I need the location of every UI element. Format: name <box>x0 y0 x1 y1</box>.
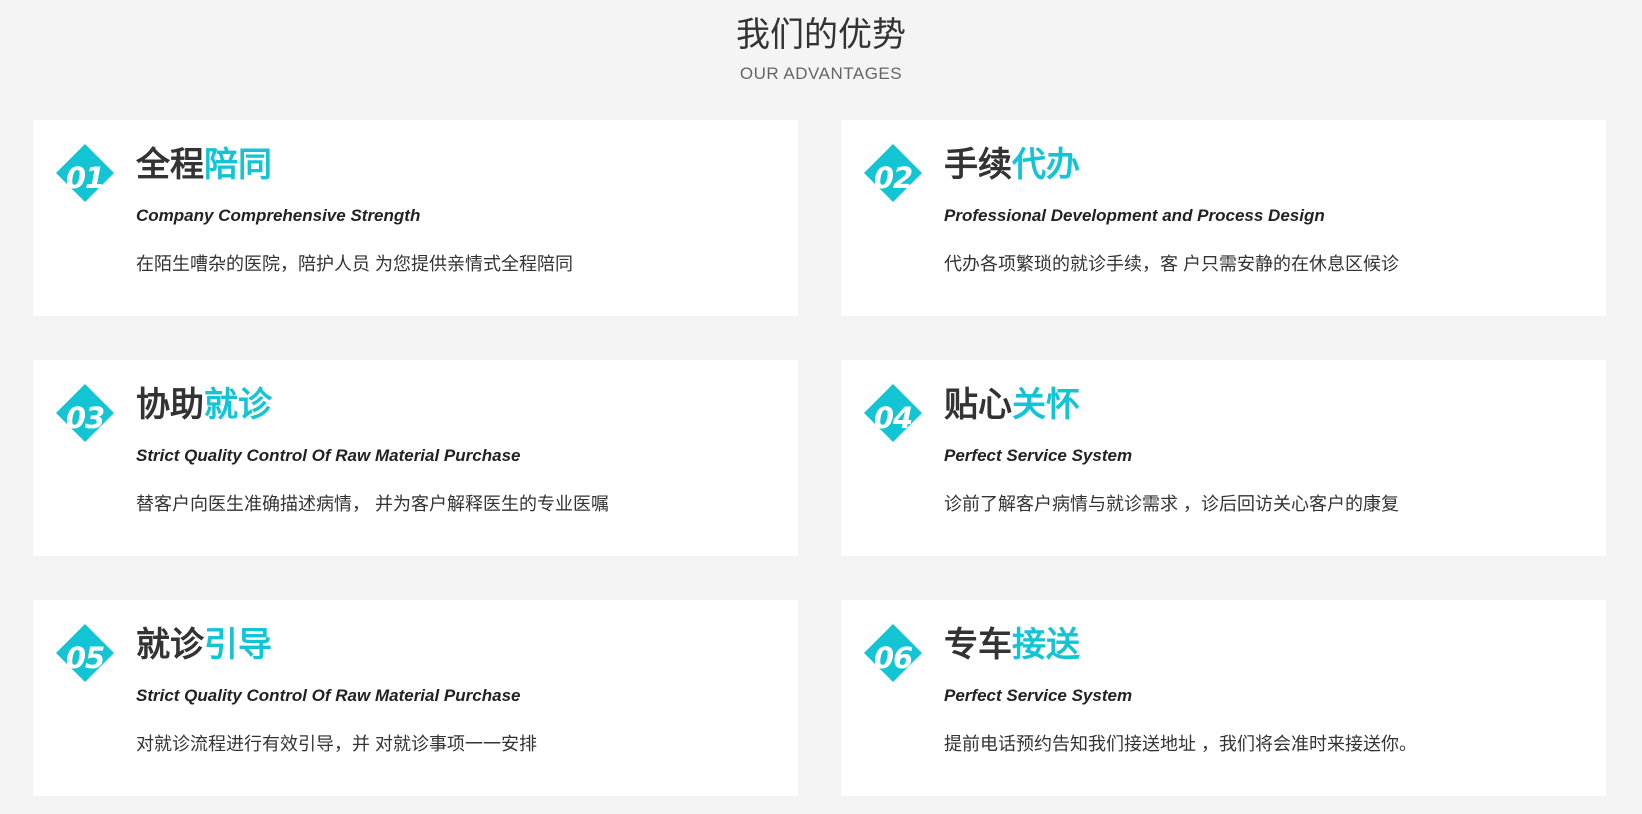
advantage-card-3: 03 协助就诊 Strict Quality Control Of Raw Ma… <box>33 360 798 556</box>
badge-number: 03 <box>65 401 105 435</box>
card-description: 在陌生嘈杂的医院，陪护人员 为您提供亲情式全程陪同 <box>136 254 573 274</box>
card-title: 协助就诊 <box>136 384 272 426</box>
card-title-accent: 代办 <box>1012 146 1080 184</box>
advantage-card-4: 04 贴心关怀 Perfect Service System 诊前了解客户病情与… <box>841 360 1606 556</box>
badge-number: 01 <box>65 161 105 195</box>
number-badge: 02 <box>864 144 922 202</box>
card-title-dark: 贴心 <box>944 386 1012 424</box>
card-title-dark: 专车 <box>944 626 1012 664</box>
card-english-subtitle: Perfect Service System <box>944 686 1133 705</box>
card-title-accent: 陪同 <box>204 146 272 184</box>
badge-number: 06 <box>873 641 913 675</box>
card-title: 专车接送 <box>944 624 1080 666</box>
number-badge: 04 <box>864 384 922 442</box>
card-title-dark: 协助 <box>136 386 204 424</box>
card-description: 代办各项繁琐的就诊手续，客 户只需安静的在休息区候诊 <box>944 254 1399 274</box>
card-title-accent: 关怀 <box>1012 386 1080 424</box>
card-title: 全程陪同 <box>136 144 272 186</box>
advantage-card-5: 05 就诊引导 Strict Quality Control Of Raw Ma… <box>33 600 798 796</box>
card-english-subtitle: Strict Quality Control Of Raw Material P… <box>136 686 521 705</box>
card-description: 替客户向医生准确描述病情， 并为客户解释医生的专业医嘱 <box>136 494 609 514</box>
card-title-dark: 就诊 <box>136 626 204 664</box>
badge-number: 05 <box>65 641 105 675</box>
card-english-subtitle: Professional Development and Process Des… <box>944 206 1325 225</box>
card-english-subtitle: Company Comprehensive Strength <box>136 206 421 225</box>
card-title: 就诊引导 <box>136 624 272 666</box>
number-badge: 06 <box>864 624 922 682</box>
number-badge: 05 <box>56 624 114 682</box>
advantage-card-6: 06 专车接送 Perfect Service System 提前电话预约告知我… <box>841 600 1606 796</box>
card-description: 对就诊流程进行有效引导，并 对就诊事项一一安排 <box>136 734 537 754</box>
card-title-dark: 手续 <box>944 146 1012 184</box>
card-english-subtitle: Strict Quality Control Of Raw Material P… <box>136 446 521 465</box>
advantage-card-1: 01 全程陪同 Company Comprehensive Strength 在… <box>33 120 798 316</box>
section-title: 我们的优势 <box>736 16 906 54</box>
advantages-section: 我们的优势 OUR ADVANTAGES 01 全程陪同 Company Com… <box>0 0 1642 814</box>
card-title-accent: 就诊 <box>204 386 272 424</box>
card-title: 贴心关怀 <box>944 384 1080 426</box>
advantage-card-2: 02 手续代办 Professional Development and Pro… <box>841 120 1606 316</box>
card-description: 提前电话预约告知我们接送地址 ，我们将会准时来接送你。 <box>944 734 1417 754</box>
badge-number: 04 <box>873 401 913 435</box>
card-title-accent: 接送 <box>1012 626 1080 664</box>
badge-number: 02 <box>873 161 913 195</box>
card-title-accent: 引导 <box>204 626 272 664</box>
number-badge: 03 <box>56 384 114 442</box>
section-subtitle: OUR ADVANTAGES <box>739 64 903 83</box>
card-description: 诊前了解客户病情与就诊需求 ，诊后回访关心客户的康复 <box>944 494 1399 514</box>
card-title-dark: 全程 <box>136 146 204 184</box>
number-badge: 01 <box>56 144 114 202</box>
card-english-subtitle: Perfect Service System <box>944 446 1133 465</box>
card-title: 手续代办 <box>944 144 1080 186</box>
